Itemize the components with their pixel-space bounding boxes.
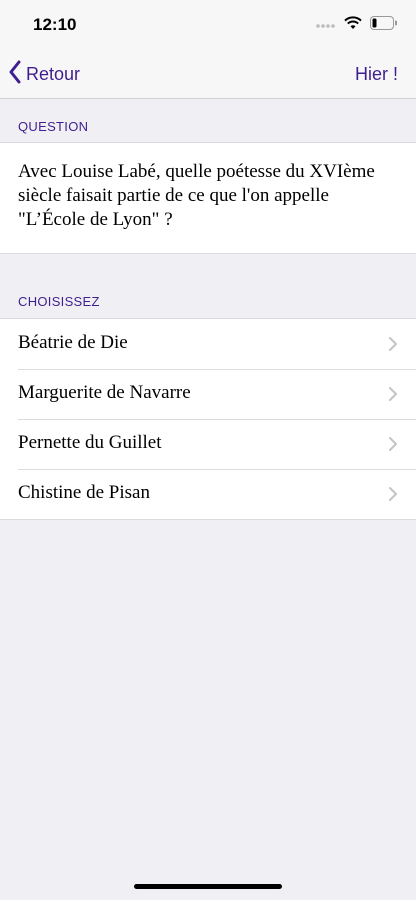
status-bar: 12:10 [0,0,416,50]
back-button-label: Retour [26,63,81,84]
choice-item[interactable]: Pernette du Guillet [0,419,416,469]
chevron-right-icon [388,336,398,357]
navigation-bar: Retour Hier ! [0,50,416,99]
yesterday-button[interactable]: Hier ! [355,64,398,85]
status-time: 12:10 [33,15,77,34]
question-section-header: QUESTION [18,119,89,134]
choice-label: Pernette du Guillet [18,432,162,453]
choice-item[interactable]: Béatrie de Die [0,319,416,369]
battery-icon [370,16,398,35]
chevron-left-icon [8,60,22,89]
choice-item[interactable]: Marguerite de Navarre [0,369,416,419]
choice-item[interactable]: Chistine de Pisan [0,469,416,519]
choice-label: Béatrie de Die [18,332,128,353]
chevron-right-icon [388,436,398,457]
cellular-signal-icon [316,17,336,35]
chevron-right-icon [388,486,398,507]
chevron-right-icon [388,386,398,407]
status-icons [316,16,398,35]
question-card: Avec Louise Labé, quelle poétesse du XVI… [0,142,416,254]
choice-label: Chistine de Pisan [18,482,150,503]
back-button[interactable]: Retour [8,58,80,90]
choices-list: Béatrie de Die Marguerite de Navarre Per… [0,318,416,520]
choices-section-header: CHOISISSEZ [18,294,100,309]
question-text: Avec Louise Labé, quelle poétesse du XVI… [18,161,375,230]
wifi-icon [344,16,362,35]
home-indicator[interactable] [134,884,282,889]
choice-label: Marguerite de Navarre [18,382,191,403]
